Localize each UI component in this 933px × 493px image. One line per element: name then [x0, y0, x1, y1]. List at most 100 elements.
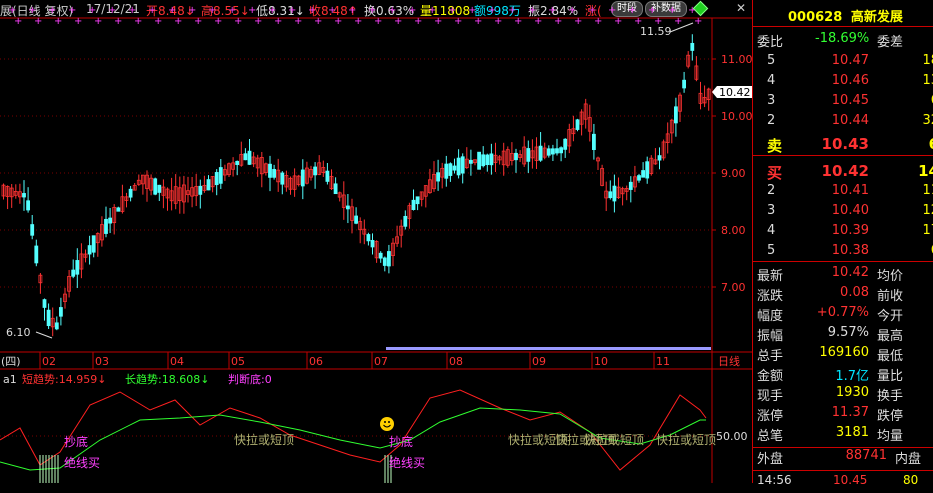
signal-marker: +: [554, 16, 562, 27]
candle-body: [690, 42, 695, 51]
signal-marker: +: [128, 5, 136, 16]
signal-marker: +: [454, 16, 462, 27]
candle-body: [612, 185, 617, 202]
indicator-text-1: 抄底: [64, 434, 88, 449]
indicator-name[interactable]: a1: [3, 373, 17, 386]
candle-body: [59, 307, 63, 317]
stat-value: 3181: [835, 425, 869, 440]
stat-value: 11.37: [831, 405, 869, 420]
candle-body: [555, 148, 559, 154]
stat-label: 振幅: [757, 329, 784, 344]
candle-body: [444, 163, 449, 179]
kline-chart: ++++++++++++++++++++++++++++++++++++++++…: [0, 5, 752, 483]
candle-body: [247, 150, 252, 165]
order-level: 5: [767, 243, 776, 258]
signal-marker: +: [508, 5, 516, 16]
order-level: 卖: [767, 137, 783, 155]
price-tick-label: 11.00: [721, 53, 752, 66]
signal-marker: +: [228, 5, 236, 16]
quote-row: 涨停 11.37 跌停: [753, 405, 933, 425]
high-annotation: 11.59: [640, 25, 672, 38]
candle-body: [403, 215, 408, 227]
stat-label2: 换手: [877, 389, 904, 404]
candle-body: [448, 163, 453, 176]
signal-marker: +: [8, 5, 16, 16]
current-price-tag-label: 10.42: [719, 86, 751, 99]
candle-body: [481, 154, 486, 167]
signal-marker: +: [568, 5, 576, 16]
period-type-label[interactable]: 日线: [718, 354, 740, 368]
signal-marker: +: [154, 16, 162, 27]
candle-body: [456, 157, 461, 176]
signal-marker: +: [148, 5, 156, 16]
candle-body: [153, 178, 158, 195]
signal-marker: +: [388, 5, 396, 16]
signal-marker: +: [14, 16, 22, 27]
quote-row: 买 10.42 14: [753, 162, 933, 182]
stat-label: 涨停: [757, 409, 784, 424]
quote-row: 最新 10.42 均价: [753, 265, 933, 285]
outer-label: 外盘: [757, 452, 784, 467]
short-trend-value: 短趋势:14.959↓: [22, 372, 106, 386]
signal-marker: +: [614, 16, 622, 27]
signal-marker: +: [434, 16, 442, 27]
signal-marker: +: [168, 5, 176, 16]
candle-body: [436, 172, 441, 182]
candle-body: [54, 322, 59, 330]
quote-row: 4 10.46 13: [753, 73, 933, 93]
candle-body: [641, 170, 645, 178]
signal-marker: +: [648, 5, 656, 16]
signal-marker: +: [328, 5, 336, 16]
signal-marker: +: [174, 16, 182, 27]
weibi-value: -18.69%: [815, 31, 870, 46]
signal-marker: +: [628, 5, 636, 16]
order-volume: 14: [918, 162, 933, 180]
candle-body: [22, 193, 26, 198]
long-trend-value: 长趋势:18.608↓: [125, 373, 209, 386]
candle-body: [108, 217, 112, 224]
low-annotation: 6.10: [6, 326, 31, 339]
order-level: 3: [767, 93, 776, 108]
signal-marker: +: [134, 16, 142, 27]
signal-marker: +: [514, 16, 522, 27]
order-volume: 12: [922, 203, 933, 218]
order-volume: 6: [899, 135, 933, 153]
signal-marker: +: [374, 16, 382, 27]
signal-marker: +: [294, 16, 302, 27]
stat-label2: 均价: [877, 269, 904, 284]
quote-row: 振幅 9.57% 最高: [753, 325, 933, 345]
stat-label2: 最高: [877, 329, 904, 344]
quote-row: 3 10.40 12: [753, 203, 933, 223]
candle-body: [415, 196, 420, 205]
signal-marker: +: [48, 5, 56, 16]
signal-marker: +: [474, 16, 482, 27]
period-label[interactable]: (四): [1, 355, 21, 368]
candle-body: [546, 148, 551, 156]
signal-marker: +: [308, 5, 316, 16]
signal-marker: +: [34, 16, 42, 27]
signal-marker-row: ++++++++++++++++++++++++++++++++++++++++…: [8, 5, 702, 27]
order-price: 10.38: [831, 243, 869, 258]
month-label: 07: [374, 355, 388, 368]
candle-body: [71, 269, 76, 277]
candle-body: [333, 183, 338, 195]
quote-row: 5 10.38 6: [753, 243, 933, 263]
stat-value: 1930: [835, 385, 869, 400]
signal-marker: +: [414, 16, 422, 27]
candle-body: [75, 260, 80, 275]
candle-body: [243, 153, 248, 161]
candle-body: [366, 234, 371, 242]
quote-row: 涨跌 0.08 前收: [753, 285, 933, 305]
candle-body: [116, 207, 121, 212]
chart-scrollbar[interactable]: [386, 347, 711, 350]
order-price: 10.43: [821, 135, 869, 153]
candle-body: [645, 161, 650, 179]
candle-body: [477, 151, 482, 170]
stat-label: 金额: [757, 369, 784, 384]
candle-body: [452, 165, 457, 171]
signal-marker: +: [108, 5, 116, 16]
tick-row: 14:56 10.45 80: [753, 473, 933, 493]
indicator-text-9: 快拉或短顶: [656, 432, 716, 447]
order-price: 10.45: [831, 93, 869, 108]
quote-row: 总手 169160 最低: [753, 345, 933, 365]
